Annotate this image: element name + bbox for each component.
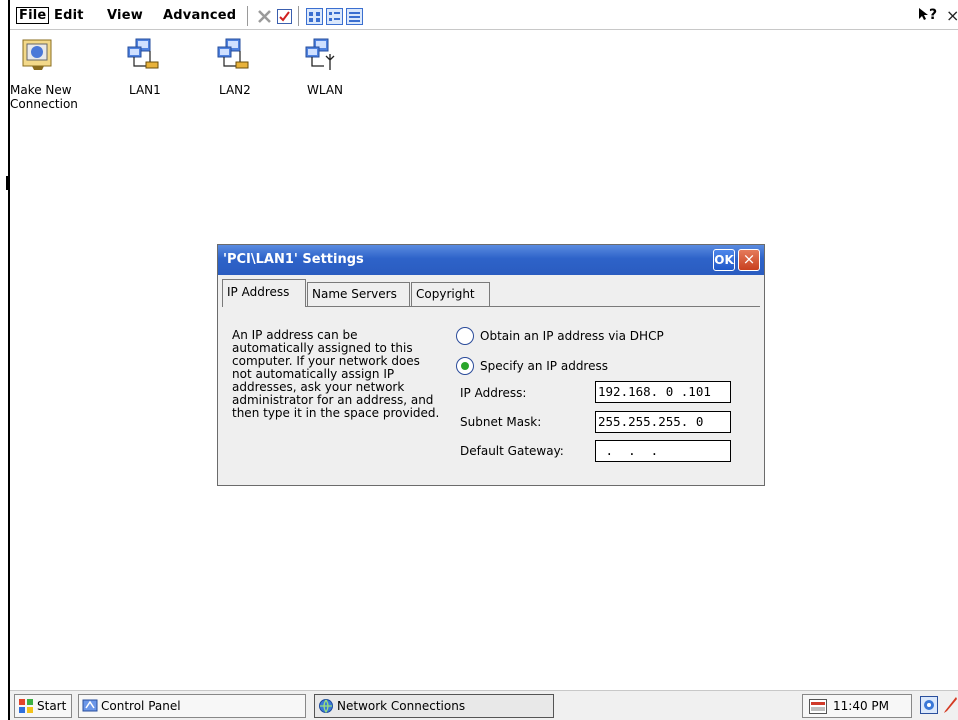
large-icons-view-icon[interactable] xyxy=(306,8,323,25)
input-panel-icon[interactable] xyxy=(809,699,827,714)
small-icons-view-icon[interactable] xyxy=(326,8,343,25)
subnet-mask-label: Subnet Mask: xyxy=(460,415,542,429)
menu-bar: File Edit View Advanced ? × xyxy=(10,0,958,30)
settings-dialog: 'PCI\LAN1' Settings OK × IP Address Name… xyxy=(217,244,765,486)
network-wlan-icon xyxy=(305,38,335,70)
icon-label: LAN2 xyxy=(219,83,251,97)
toolbar-separator xyxy=(298,6,299,26)
network-lan-icon xyxy=(127,38,159,69)
default-gateway-label: Default Gateway: xyxy=(460,444,564,458)
taskbar-control-panel[interactable]: Control Panel xyxy=(78,694,306,718)
desktop-screen: File Edit View Advanced ? × Make New Con… xyxy=(10,0,958,720)
start-button[interactable]: Start xyxy=(14,694,72,718)
dialog-close-button[interactable]: × xyxy=(738,249,760,271)
screen-left-edge xyxy=(0,0,10,720)
ip-description-text: An IP address can be automatically assig… xyxy=(232,328,440,420)
ip-address-label: IP Address: xyxy=(460,386,527,400)
menu-advanced[interactable]: Advanced xyxy=(163,8,236,23)
control-panel-icon xyxy=(82,699,98,712)
subnet-mask-field[interactable]: 255.255.255. 0 xyxy=(595,411,731,433)
dialog-title: 'PCI\LAN1' Settings xyxy=(223,252,364,267)
windows-logo-icon xyxy=(19,699,33,713)
tab-name-servers[interactable]: Name Servers xyxy=(307,282,410,306)
window-close-button[interactable]: × xyxy=(946,6,958,25)
help-label: ? xyxy=(929,7,938,23)
ip-address-field[interactable]: 192.168. 0 .101 xyxy=(595,381,731,403)
default-gateway-field[interactable]: . . . xyxy=(595,440,731,462)
properties-icon[interactable] xyxy=(276,8,293,25)
make-connection-icon xyxy=(22,39,52,70)
radio-label: Obtain an IP address via DHCP xyxy=(480,329,664,343)
menu-view[interactable]: View xyxy=(107,8,143,23)
help-icon[interactable]: ? xyxy=(918,7,937,23)
menu-file[interactable]: File xyxy=(16,7,50,24)
radio-button[interactable] xyxy=(456,357,474,375)
tab-ip-address[interactable]: IP Address xyxy=(222,279,306,307)
dialog-title-bar[interactable]: 'PCI\LAN1' Settings OK × xyxy=(218,245,764,275)
pen-icon[interactable] xyxy=(942,696,958,714)
radio-button[interactable] xyxy=(456,327,474,345)
taskbar: Start Control Panel Network Connections … xyxy=(10,690,958,720)
system-tray: 11:40 PM xyxy=(802,694,912,718)
radio-label: Specify an IP address xyxy=(480,359,608,373)
icon-label: LAN1 xyxy=(129,83,161,97)
start-label: Start xyxy=(37,699,67,713)
tab-strip: IP Address Name Servers Copyright xyxy=(218,275,764,307)
toolbar-separator xyxy=(247,6,248,26)
icon-label: Connection xyxy=(10,97,78,111)
taskbar-network-connections[interactable]: Network Connections xyxy=(314,694,554,718)
delete-icon[interactable] xyxy=(256,8,273,25)
menu-edit[interactable]: Edit xyxy=(54,8,84,23)
details-view-icon[interactable] xyxy=(346,8,363,25)
clock[interactable]: 11:40 PM xyxy=(833,695,889,717)
network-lan-icon xyxy=(217,38,249,69)
desktop-icon[interactable] xyxy=(920,696,938,714)
ok-button[interactable]: OK xyxy=(713,249,735,271)
control-panel-label: Control Panel xyxy=(101,699,181,713)
icon-label: WLAN xyxy=(307,83,344,97)
network-connections-icon xyxy=(319,699,333,714)
radio-selected-dot xyxy=(461,362,469,370)
tab-copyright[interactable]: Copyright xyxy=(411,282,490,306)
icon-label: Make New xyxy=(10,83,72,97)
network-connections-label: Network Connections xyxy=(337,699,466,713)
